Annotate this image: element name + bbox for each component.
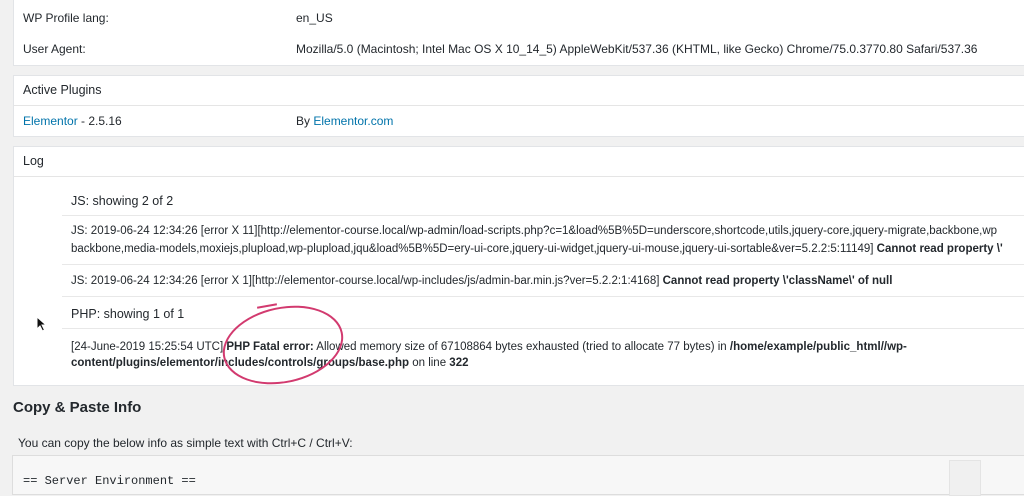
plugin-entry: Elementor - 2.5.16 <box>23 111 122 131</box>
user-agent-label: User Agent: <box>23 42 86 56</box>
user-agent-value: Mozilla/5.0 (Macintosh; Intel Mac OS X 1… <box>296 42 978 56</box>
wp-profile-lang-value: en_US <box>296 11 333 25</box>
php-log-date: [24-June-2019 15:25:54 UTC] <box>71 341 227 353</box>
log-heading: Log <box>23 154 44 168</box>
log-box: Log JS: showing 2 of 2 JS: 2019-06-24 12… <box>13 146 1024 386</box>
js-log-entry-1-text: backbone,media-models,moxiejs,plupload,w… <box>71 243 877 255</box>
plugin-author: By Elementor.com <box>296 111 393 131</box>
textarea-first-line: == Server Environment == <box>23 474 196 488</box>
active-plugins-heading: Active Plugins <box>23 83 102 97</box>
plugin-author-prefix: By <box>296 114 314 128</box>
log-divider <box>62 215 1024 216</box>
php-log-heading: PHP: showing 1 of 1 <box>71 307 185 321</box>
php-log-message: Allowed memory size of 67108864 bytes ex… <box>313 341 730 353</box>
js-log-entry-1-error: Cannot read property \' <box>876 243 1003 255</box>
js-log-entry-2: JS: 2019-06-24 12:34:26 [error X 1][http… <box>71 271 892 291</box>
log-divider <box>62 328 1024 329</box>
elementor-logo-icon <box>949 460 981 496</box>
js-log-heading: JS: showing 2 of 2 <box>71 194 174 208</box>
copy-paste-description: You can copy the below info as simple te… <box>18 436 353 450</box>
copy-paste-textarea[interactable]: == Server Environment == <box>12 455 1024 496</box>
log-divider <box>62 264 1024 265</box>
copy-paste-title: Copy & Paste Info <box>13 399 142 416</box>
js-log-entry-2-text: JS: 2019-06-24 12:34:26 [error X 1][http… <box>71 275 663 287</box>
header-divider <box>14 105 1024 106</box>
mouse-pointer-icon <box>36 315 48 335</box>
plugin-link-elementor[interactable]: Elementor <box>23 114 78 128</box>
log-divider <box>62 296 1024 297</box>
wp-profile-lang-label: WP Profile lang: <box>23 11 109 25</box>
plugin-author-link[interactable]: Elementor.com <box>313 114 393 128</box>
js-log-entry-1-line-2: backbone,media-models,moxiejs,plupload,w… <box>71 239 1003 259</box>
system-info-box: WP Profile lang: en_US User Agent: Mozil… <box>13 0 1024 66</box>
js-log-entry-1-line-1: JS: 2019-06-24 12:34:26 [error X 11][htt… <box>71 225 998 237</box>
php-log-line-number: 322 <box>449 357 469 369</box>
active-plugins-box: Active Plugins Elementor - 2.5.16 By Ele… <box>13 75 1024 137</box>
php-log-on-line: on line <box>409 357 450 369</box>
php-log-path-1: /home/example/public_html//wp- <box>729 341 907 353</box>
plugin-version: - 2.5.16 <box>77 114 122 128</box>
js-log-entry-2-error: Cannot read property \'className\' of nu… <box>662 275 893 287</box>
header-divider <box>14 176 1024 177</box>
